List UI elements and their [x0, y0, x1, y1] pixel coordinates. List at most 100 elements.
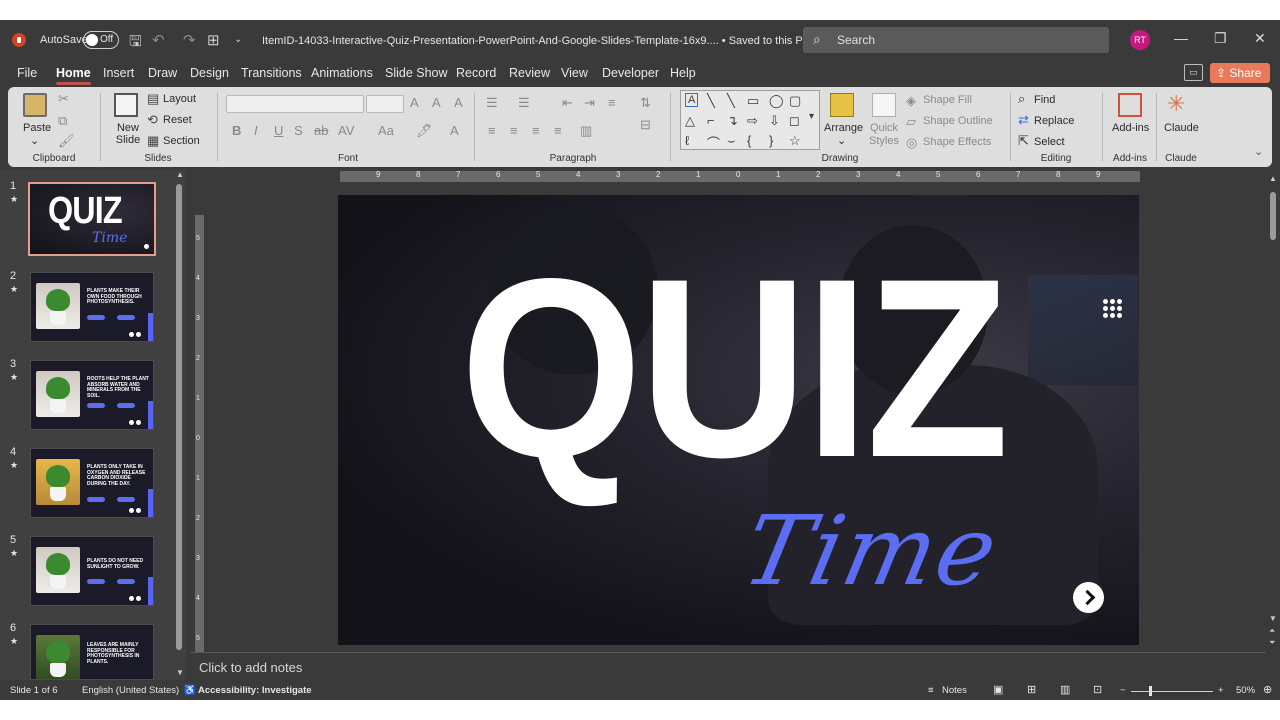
columns-icon[interactable]: ▥: [580, 123, 592, 139]
search-box[interactable]: ⌕ Search: [803, 27, 1109, 53]
notes-button[interactable]: Notes: [942, 685, 967, 696]
highlight-icon[interactable]: 🖊: [416, 123, 433, 139]
chevron-down-icon[interactable]: ⌄: [30, 134, 39, 147]
shape-outline-button[interactable]: Shape Outline: [923, 115, 993, 127]
customize-toolbar-icon[interactable]: ⌄: [234, 34, 242, 45]
slide-thumbnail-2[interactable]: Plants make their own food through photo…: [30, 272, 154, 342]
editor-scrollbar[interactable]: ▲ ▼ ⏶ ⏷: [1266, 170, 1280, 650]
tab-transitions[interactable]: Transitions: [241, 66, 302, 80]
next-slide-icon[interactable]: ⏷: [1269, 638, 1275, 648]
new-slide-button[interactable]: New Slide: [113, 122, 143, 146]
freeform-shape-icon[interactable]: ℓ: [685, 133, 689, 148]
scroll-down-icon[interactable]: ▼: [1269, 614, 1277, 623]
tab-insert[interactable]: Insert: [103, 66, 134, 80]
arrow-right-shape-icon[interactable]: ⇨: [747, 113, 758, 129]
cut-icon[interactable]: ✂: [58, 91, 69, 107]
tab-home[interactable]: Home: [56, 66, 91, 85]
quick-styles-button[interactable]: Quick Styles: [868, 122, 900, 148]
present-icon[interactable]: ⊞: [207, 31, 220, 49]
font-color-icon[interactable]: A: [450, 123, 459, 138]
next-arrow-icon[interactable]: [1073, 582, 1104, 613]
minimize-icon[interactable]: —: [1174, 30, 1188, 46]
zoom-slider[interactable]: [1131, 691, 1213, 692]
connector-shape-icon[interactable]: ⌐: [707, 113, 715, 128]
scroll-up-icon[interactable]: ▲: [176, 170, 184, 179]
slideshow-view-icon[interactable]: ⊡: [1093, 683, 1102, 696]
star-shape-icon[interactable]: ☆: [789, 133, 801, 149]
addins-button[interactable]: Add-ins: [1112, 122, 1149, 134]
char-spacing-icon[interactable]: AV: [338, 123, 354, 138]
tab-help[interactable]: Help: [670, 66, 696, 80]
avatar[interactable]: RT: [1130, 30, 1150, 50]
claude-button[interactable]: Claude: [1164, 122, 1199, 134]
reading-view-icon[interactable]: ▥: [1060, 683, 1070, 696]
editor-scroll-thumb[interactable]: [1270, 192, 1276, 240]
previous-slide-icon[interactable]: ⏶: [1269, 626, 1275, 636]
line-shape-icon[interactable]: ╲: [707, 93, 715, 109]
slide-thumbnail-4[interactable]: Plants only take in oxygen and release c…: [30, 448, 154, 518]
scroll-up-icon[interactable]: ▲: [1269, 174, 1277, 183]
line-spacing-icon[interactable]: ≡: [608, 95, 616, 110]
oval-shape-icon[interactable]: ◯: [769, 93, 784, 109]
tab-developer[interactable]: Developer: [602, 66, 659, 80]
arrange-button[interactable]: Arrange: [824, 122, 863, 134]
line-shape-icon[interactable]: ╲: [727, 93, 735, 109]
tab-draw[interactable]: Draw: [148, 66, 177, 80]
slide-title[interactable]: QUIZ: [460, 241, 1009, 496]
text-direction-icon[interactable]: ⇅: [640, 95, 651, 111]
right-brace-shape-icon[interactable]: }: [769, 133, 773, 148]
section-button[interactable]: Section: [163, 135, 200, 147]
redo-icon[interactable]: ↷: [183, 31, 196, 49]
scroll-down-icon[interactable]: ▼: [176, 668, 184, 677]
slide-sorter-icon[interactable]: ⊞: [1027, 683, 1036, 696]
more-shapes-icon[interactable]: ▾: [809, 111, 814, 122]
font-family-dropdown[interactable]: [226, 95, 364, 113]
bold-icon[interactable]: B: [232, 123, 241, 138]
align-right-icon[interactable]: ≡: [532, 123, 540, 138]
decrease-indent-icon[interactable]: ⇤: [562, 95, 573, 111]
curve-shape-icon[interactable]: ⌒: [707, 133, 720, 152]
slide-thumbnail-5[interactable]: Plants do not need sunlight to grow.: [30, 536, 154, 606]
find-button[interactable]: Find: [1034, 94, 1055, 106]
comments-icon[interactable]: ▭: [1184, 64, 1203, 81]
chevron-down-icon[interactable]: ⌄: [837, 134, 846, 147]
thumbnails-scrollbar[interactable]: [176, 184, 182, 650]
autosave-toggle[interactable]: Off: [83, 31, 119, 49]
zoom-level[interactable]: 50%: [1236, 685, 1255, 696]
slide-thumbnail-1[interactable]: QUIZ Time: [28, 182, 156, 256]
justify-icon[interactable]: ≡: [554, 123, 562, 138]
scribble-shape-icon[interactable]: ⌣: [727, 133, 736, 149]
menu-grid-icon[interactable]: [1103, 299, 1123, 319]
notes-pane[interactable]: Click to add notes: [190, 652, 1266, 680]
align-left-icon[interactable]: ≡: [488, 123, 496, 138]
saved-status[interactable]: • Saved to this PC: [722, 35, 811, 47]
close-icon[interactable]: ✕: [1254, 30, 1266, 47]
rounded-rect-shape-icon[interactable]: ▢: [789, 93, 801, 109]
zoom-slider-handle[interactable]: [1149, 686, 1152, 696]
tab-slide-show[interactable]: Slide Show: [385, 66, 448, 80]
tab-animations[interactable]: Animations: [311, 66, 373, 80]
textbox-shape-icon[interactable]: A: [685, 93, 699, 107]
tab-design[interactable]: Design: [190, 66, 229, 80]
numbering-icon[interactable]: ☰: [518, 95, 530, 111]
change-case-icon[interactable]: Aa: [378, 123, 394, 138]
replace-button[interactable]: Replace: [1034, 115, 1074, 127]
select-button[interactable]: Select: [1034, 136, 1065, 148]
clear-formatting-icon[interactable]: A: [454, 95, 463, 110]
slide-thumbnail-3[interactable]: Roots help the plant absorb water and mi…: [30, 360, 154, 430]
decrease-font-icon[interactable]: A: [432, 95, 441, 110]
fit-slide-icon[interactable]: ⊕: [1263, 683, 1272, 696]
font-size-dropdown[interactable]: [366, 95, 404, 113]
arrow-down-shape-icon[interactable]: ⇩: [769, 113, 780, 129]
normal-view-icon[interactable]: ▣: [993, 683, 1003, 696]
align-text-icon[interactable]: ⊟: [640, 117, 651, 133]
slide-subtitle[interactable]: Time: [734, 495, 1008, 607]
reset-button[interactable]: Reset: [163, 114, 192, 126]
shadow-icon[interactable]: S: [294, 123, 303, 138]
tab-review[interactable]: Review: [509, 66, 550, 80]
save-icon[interactable]: 🖫: [129, 31, 142, 56]
slide-canvas[interactable]: QUIZ Time: [338, 195, 1139, 645]
format-painter-icon[interactable]: 🖌: [58, 133, 75, 149]
underline-icon[interactable]: U: [274, 123, 283, 138]
tab-view[interactable]: View: [561, 66, 588, 80]
